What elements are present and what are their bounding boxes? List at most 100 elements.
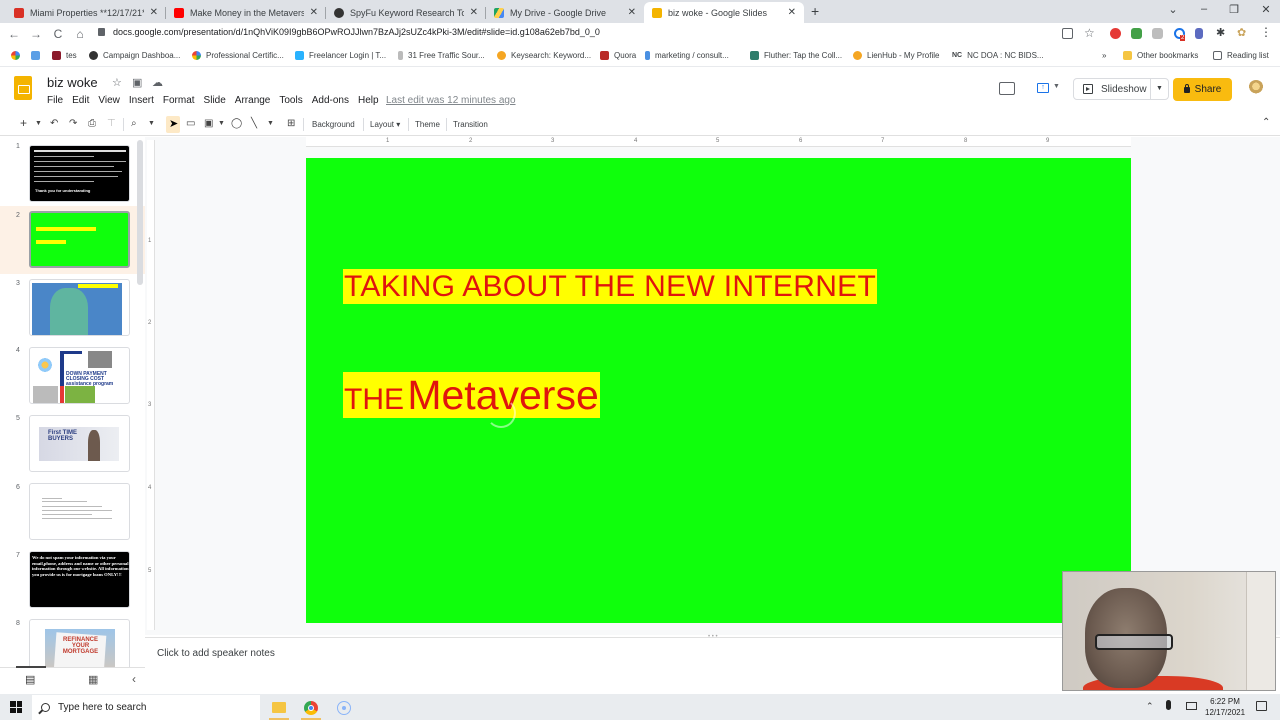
collapse-filmstrip-icon[interactable]: ‹ <box>132 672 136 686</box>
chrome-menu-icon[interactable]: ⋮ <box>1260 25 1272 39</box>
slide-thumbnail-5[interactable]: First TIME BUYERS <box>29 415 130 472</box>
bookmark-traffic[interactable]: 31 Free Traffic Sour... <box>398 51 485 60</box>
transition-button[interactable]: Transition <box>453 120 488 129</box>
bookmarks-overflow-button[interactable]: » <box>1102 51 1106 60</box>
reading-list-button[interactable]: Reading list <box>1213 51 1269 60</box>
chrome-app[interactable] <box>298 695 324 720</box>
filmstrip-view-icon[interactable]: ▤ <box>25 673 35 686</box>
new-tab-button[interactable]: + <box>811 3 819 19</box>
extension-icon[interactable] <box>1195 28 1203 39</box>
minimize-button[interactable]: – <box>1194 3 1214 15</box>
evernote-extension-icon[interactable] <box>1131 28 1142 39</box>
share-button[interactable]: Share <box>1173 78 1232 101</box>
menu-tools[interactable]: Tools <box>279 95 302 106</box>
menu-arrange[interactable]: Arrange <box>235 95 271 106</box>
slide-thumbnail-6[interactable] <box>29 483 130 540</box>
bookmark-checkbox[interactable] <box>31 51 45 60</box>
show-hidden-icons-chevron[interactable]: ⌃ <box>1146 701 1154 712</box>
slideshow-button[interactable]: Slideshow ▼ <box>1073 78 1169 100</box>
line-caret-icon[interactable]: ▼ <box>267 120 274 127</box>
present-to-meeting-button[interactable]: ↑ ▼ <box>1030 79 1064 99</box>
notifications-icon[interactable] <box>1256 701 1267 711</box>
home-button[interactable]: ⌂ <box>69 27 91 41</box>
star-icon[interactable]: ☆ <box>112 76 122 89</box>
maximize-button[interactable]: ❐ <box>1224 3 1244 16</box>
select-tool[interactable]: ➤ <box>166 116 180 133</box>
close-window-button[interactable]: ✕ <box>1256 3 1276 16</box>
slides-logo-icon[interactable] <box>14 76 32 100</box>
filmstrip-scrollbar[interactable] <box>137 140 143 285</box>
layout-button[interactable]: Layout ▾ <box>370 120 400 129</box>
move-folder-icon[interactable]: ▣ <box>132 76 142 89</box>
adblock-extension-icon[interactable] <box>1110 28 1121 39</box>
slide-thumbnail-8[interactable]: REFINANCE YOUR MORTGAGE <box>29 619 130 667</box>
bookmark-google[interactable] <box>11 51 25 60</box>
new-slide-layout-caret[interactable]: ▼ <box>35 120 42 127</box>
slide-subheading-text[interactable]: THE Metaverse <box>343 372 600 418</box>
menu-help[interactable]: Help <box>358 95 379 106</box>
bookmark-marketing[interactable]: marketing / consult... <box>645 51 729 60</box>
close-tab-icon[interactable]: ✕ <box>628 7 636 18</box>
menu-format[interactable]: Format <box>163 95 195 106</box>
shape-icon[interactable]: ◯ <box>231 118 242 129</box>
line-icon[interactable]: ╲ <box>251 118 257 129</box>
slide-canvas[interactable]: TAKING ABOUT THE NEW INTERNET THE Metave… <box>306 158 1131 623</box>
horizontal-ruler[interactable]: 1 2 3 4 5 6 7 8 9 <box>306 137 1131 147</box>
browser-tab-slides[interactable]: biz woke - Google Slides ✕ <box>644 2 804 23</box>
browser-tab-spyfu[interactable]: SpyFu Keyword Research Tools | ✕ <box>326 2 486 23</box>
slide-thumbnail-3[interactable] <box>29 279 130 336</box>
close-tab-icon[interactable]: ✕ <box>150 7 158 18</box>
bookmark-quora[interactable]: Quora <box>600 51 636 60</box>
undo-icon[interactable]: ↶ <box>50 118 58 129</box>
close-tab-icon[interactable]: ✕ <box>470 7 478 18</box>
menu-slide[interactable]: Slide <box>204 95 226 106</box>
zoom-caret-icon[interactable]: ▼ <box>148 120 155 127</box>
bookmark-fluther[interactable]: Fluther: Tap the Coll... <box>750 51 842 60</box>
bookmark-professional[interactable]: Professional Certific... <box>192 51 284 60</box>
browser-tab-drive[interactable]: My Drive - Google Drive ✕ <box>486 2 644 23</box>
bookmark-lienhub[interactable]: LienHub - My Profile <box>853 51 939 60</box>
forward-button[interactable]: → <box>25 27 47 41</box>
recorder-app[interactable] <box>331 695 357 720</box>
bookmark-tes[interactable]: tes <box>52 51 77 60</box>
back-button[interactable]: ← <box>3 27 25 41</box>
slide-heading-text[interactable]: TAKING ABOUT THE NEW INTERNET <box>343 269 878 304</box>
print-icon[interactable]: ⎙ <box>88 118 96 129</box>
slideshow-options-dropdown[interactable]: ▼ <box>1150 79 1168 99</box>
zoom-icon[interactable]: ⌕ <box>131 118 137 129</box>
extensions-puzzle-icon[interactable]: ✱ <box>1216 26 1225 39</box>
redo-icon[interactable]: ↷ <box>69 118 77 129</box>
menu-addons[interactable]: Add-ons <box>312 95 349 106</box>
browser-tab-gmail[interactable]: Miami Properties **12/17/21** - ✕ <box>6 2 166 23</box>
search-tabs-button[interactable]: ⌄ <box>1163 3 1183 16</box>
image-icon[interactable]: ▣ <box>204 118 213 129</box>
slide-thumbnail-4[interactable]: DOWN PAYMENT CLOSING COST assistance pro… <box>29 347 130 404</box>
grid-view-icon[interactable]: ▦ <box>88 673 98 686</box>
comment-add-icon[interactable]: ⊞ <box>287 118 295 129</box>
windows-start-icon[interactable] <box>10 701 22 713</box>
profile-avatar-icon[interactable]: ✿ <box>1237 26 1246 39</box>
last-edit-link[interactable]: Last edit was 12 minutes ago <box>386 95 516 106</box>
menu-file[interactable]: File <box>47 95 63 106</box>
comments-icon[interactable] <box>999 82 1015 95</box>
bookmark-freelancer[interactable]: Freelancer Login | T... <box>295 51 386 60</box>
paint-format-icon[interactable]: ⊤ <box>107 118 116 129</box>
text-box-icon[interactable]: ▭ <box>186 118 195 129</box>
collapse-menus-icon[interactable]: ⌃ <box>1262 117 1270 128</box>
microphone-icon[interactable] <box>1166 700 1171 710</box>
background-button[interactable]: Background <box>312 120 355 129</box>
image-caret-icon[interactable]: ▼ <box>218 120 225 127</box>
cloud-saved-icon[interactable]: ☁ <box>152 76 163 89</box>
menu-view[interactable]: View <box>98 95 120 106</box>
bookmark-nc-doa[interactable]: NC NC DOA : NC BIDS... <box>952 51 1044 60</box>
account-avatar[interactable] <box>1248 80 1264 96</box>
file-explorer-app[interactable] <box>266 695 292 720</box>
slide-thumbnail-7[interactable]: We do not spam your information via your… <box>29 551 130 608</box>
network-icon[interactable] <box>1186 702 1197 710</box>
share-page-icon[interactable] <box>1062 28 1073 39</box>
taskbar-search-box[interactable]: Type here to search <box>32 695 260 720</box>
code-extension-icon[interactable] <box>1152 28 1163 39</box>
vertical-ruler[interactable]: 1 2 3 4 5 <box>147 140 155 630</box>
close-tab-icon[interactable]: ✕ <box>310 7 318 18</box>
notes-resize-handle[interactable]: • • • <box>708 634 718 640</box>
